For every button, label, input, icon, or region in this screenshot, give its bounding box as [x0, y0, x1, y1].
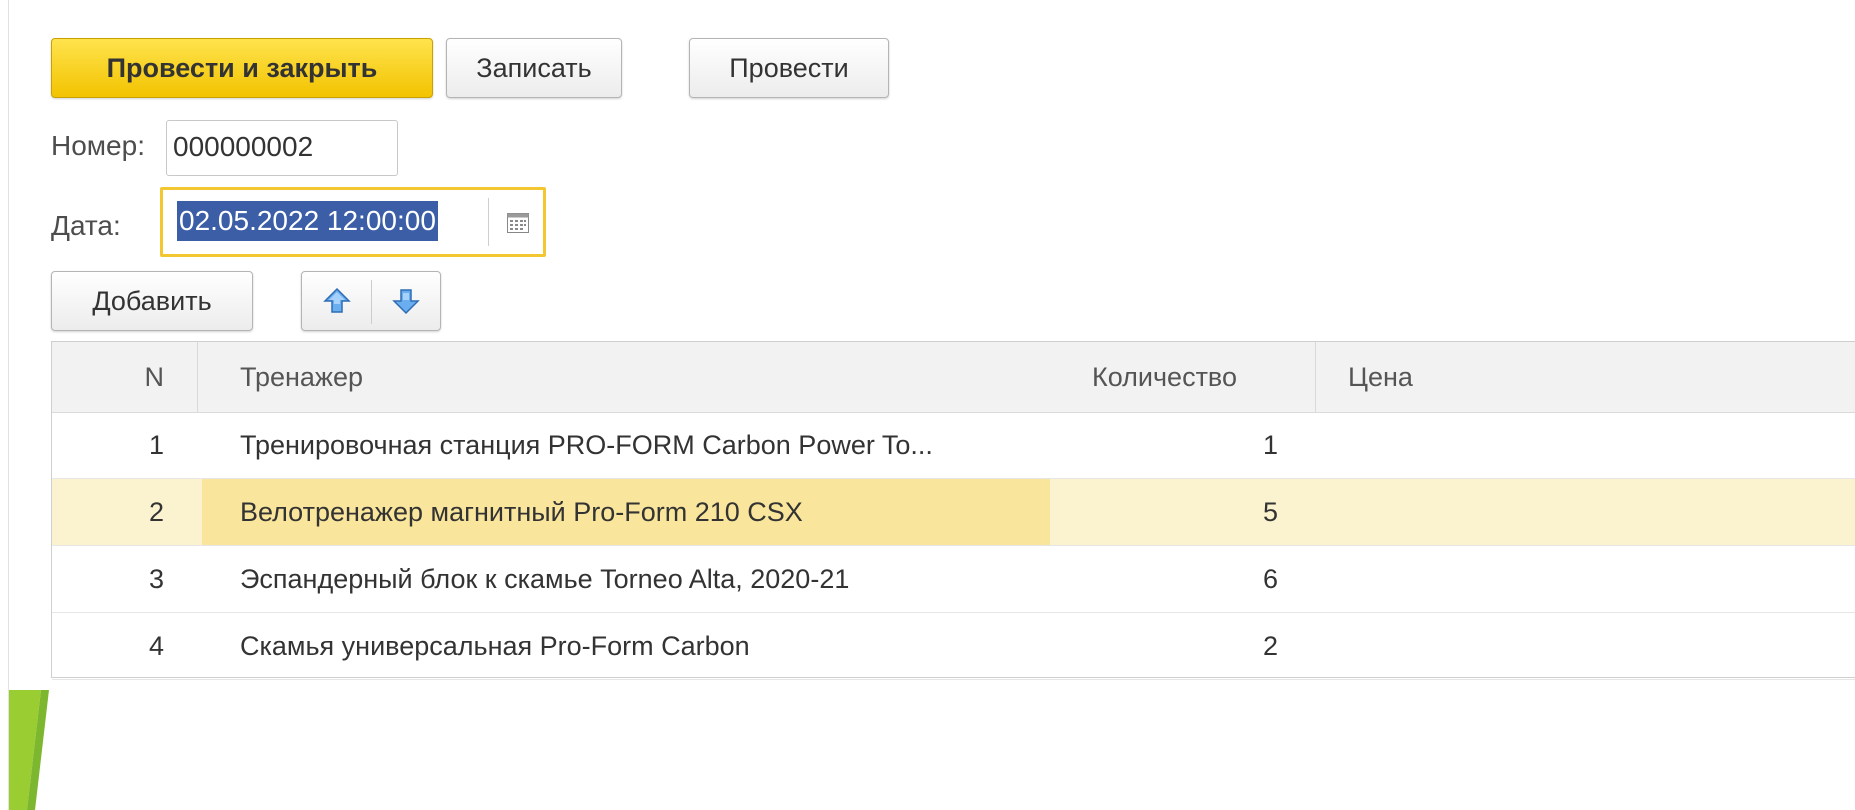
row-trainer[interactable]: Эспандерный блок к скамье Torneo Alta, 2…: [240, 546, 849, 612]
column-header-price[interactable]: Цена: [1348, 342, 1413, 412]
row-quantity[interactable]: 1: [1052, 412, 1278, 478]
row-number: 1: [148, 430, 164, 460]
document-form: Провести и закрыть Записать Провести Ном…: [8, 0, 1855, 810]
row-quantity[interactable]: 5: [1052, 479, 1278, 545]
calendar-icon[interactable]: [507, 213, 529, 233]
number-label: Номер:: [51, 130, 145, 161]
row-trainer[interactable]: Велотренажер магнитный Pro-Form 210 CSX: [240, 479, 803, 545]
row-number: 3: [148, 564, 164, 594]
table-row[interactable]: 3 Эспандерный блок к скамье Torneo Alta,…: [52, 546, 1855, 613]
add-row-button[interactable]: Добавить: [51, 271, 253, 331]
date-field-divider: [488, 198, 489, 246]
row-number: 2: [148, 497, 164, 527]
row-quantity[interactable]: 2: [1052, 613, 1278, 679]
items-table: N Тренажер Количество Цена 1 Тренировочн…: [51, 341, 1855, 680]
column-header-trainer[interactable]: Тренажер: [240, 342, 363, 412]
post-button[interactable]: Провести: [689, 38, 889, 98]
column-header-n[interactable]: N: [52, 342, 165, 412]
row-quantity[interactable]: 6: [1052, 546, 1278, 612]
move-buttons-group: [301, 271, 441, 331]
column-header-quantity[interactable]: Количество: [1092, 342, 1237, 412]
table-header: N Тренажер Количество Цена: [52, 342, 1855, 413]
table-row-selected[interactable]: 2 Велотренажер магнитный Pro-Form 210 CS…: [52, 479, 1855, 546]
date-value[interactable]: 02.05.2022 12:00:00: [177, 201, 438, 241]
number-field[interactable]: 000000002: [166, 120, 398, 176]
arrow-up-icon[interactable]: [322, 286, 352, 316]
arrow-down-icon[interactable]: [391, 286, 421, 316]
save-button[interactable]: Записать: [446, 38, 622, 98]
row-trainer[interactable]: Скамья универсальная Pro-Form Carbon: [240, 613, 750, 679]
table-row[interactable]: 1 Тренировочная станция PRO-FORM Carbon …: [52, 412, 1855, 479]
table-row[interactable]: 4 Скамья универсальная Pro-Form Carbon 2: [52, 613, 1855, 680]
move-buttons-divider: [371, 280, 372, 324]
row-trainer[interactable]: Тренировочная станция PRO-FORM Carbon Po…: [240, 412, 933, 478]
date-label: Дата:: [51, 210, 121, 241]
row-number: 4: [148, 631, 164, 661]
date-field[interactable]: 02.05.2022 12:00:00: [160, 187, 546, 257]
post-and-close-button[interactable]: Провести и закрыть: [51, 38, 433, 98]
